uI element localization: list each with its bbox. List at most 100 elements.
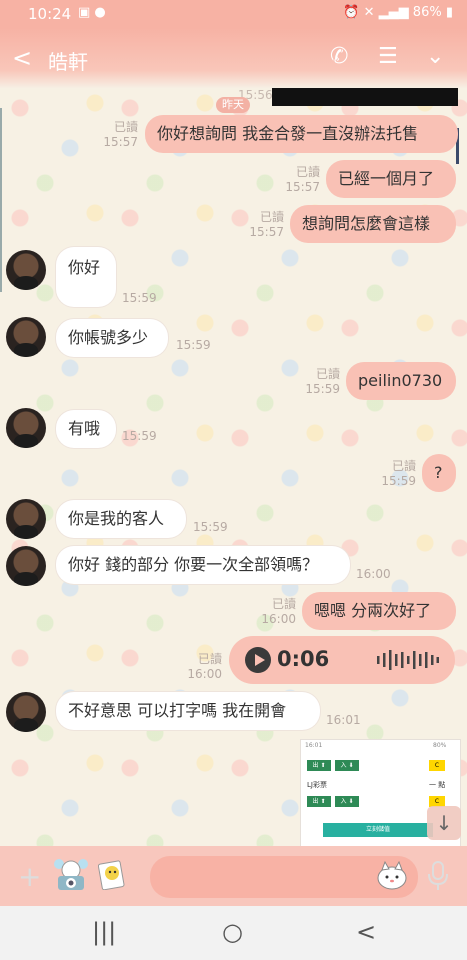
message-time: 15:57 (249, 225, 284, 239)
incoming-message[interactable]: 不好意思 可以打字嗎 我在開會 (56, 692, 320, 730)
recent-apps-button[interactable]: ||| (92, 918, 116, 946)
thumb-in-button: 入 ⬇ (335, 760, 359, 771)
phone-icon[interactable]: ✆ (330, 44, 348, 69)
message-meta: 已讀 15:57 (98, 120, 138, 150)
message-time: 15:59 (122, 291, 157, 305)
message-meta: 已讀 15:59 (376, 459, 416, 489)
status-right: ⏰ ✕ ▂▄▆ 86% ▮ (343, 5, 453, 20)
read-receipt: 已讀 (315, 367, 340, 381)
mute-icon: ✕ (363, 5, 375, 20)
input-bar: + (0, 846, 467, 906)
avatar[interactable] (6, 317, 46, 357)
voice-message[interactable]: 0:06 (229, 636, 455, 684)
incoming-message[interactable]: 你好 錢的部分 你要一次全部領嗎？ (56, 546, 350, 584)
thumb-out-button-2: 出 ⬆ (307, 796, 331, 807)
chat-header: < 皓軒 ✆ ☰ ⌄ (0, 28, 467, 88)
message-text: 嗯嗯 分兩次好了 (314, 601, 432, 620)
message-time: 16:00 (356, 567, 391, 581)
read-receipt: 已讀 (295, 165, 320, 179)
message-meta: 已讀 15:57 (280, 165, 320, 195)
thumb-status-time: 16:01 (305, 742, 323, 749)
notes-icon[interactable]: ☰ (378, 44, 398, 69)
message-meta: 已讀 16:00 (256, 597, 296, 627)
alarm-icon: ⏰ (343, 5, 360, 20)
emoji-icon[interactable] (376, 860, 408, 890)
read-receipt: 已讀 (391, 459, 416, 473)
incoming-message[interactable]: 有哦 (56, 410, 116, 448)
message-text: 你好想詢問 我金合發一直沒辦法托售 (157, 124, 419, 143)
message-time: 15:59 (305, 382, 340, 396)
message-time: 15:59 (193, 520, 228, 534)
camera-icon[interactable] (52, 858, 90, 892)
outgoing-message[interactable]: 想詢問怎麼會這樣 (290, 205, 456, 243)
thumb-yellow-icon: C (429, 760, 445, 771)
date-separator: 昨天 (216, 97, 250, 113)
message-text: 你好 錢的部分 你要一次全部領嗎？ (68, 555, 319, 574)
microphone-icon[interactable] (426, 860, 450, 892)
message-text: 不好意思 可以打字嗎 我在開會 (68, 701, 287, 720)
avatar[interactable] (6, 692, 46, 732)
battery-icon: ▮ (445, 5, 453, 20)
incoming-message[interactable]: 你是我的客人 (56, 500, 186, 538)
avatar[interactable] (6, 250, 46, 290)
outgoing-message[interactable]: ? (422, 454, 456, 492)
chat-title: 皓軒 (48, 50, 88, 74)
message-time: 16:00 (187, 667, 222, 681)
signal-icon: ▂▄▆ (378, 5, 409, 20)
avatar[interactable] (6, 408, 46, 448)
system-nav-bar: ||| ○ < (0, 906, 467, 960)
message-time: 15:59 (122, 429, 157, 443)
outgoing-message[interactable]: peilin0730 (346, 362, 456, 400)
redaction-bar (272, 88, 458, 106)
play-icon[interactable] (245, 647, 271, 673)
message-text: 你帳號多少 (68, 328, 149, 347)
read-receipt: 已讀 (259, 210, 284, 224)
message-meta: 已讀 15:57 (244, 210, 284, 240)
chevron-down-icon[interactable]: ⌄ (426, 44, 444, 69)
waveform-icon (377, 650, 439, 670)
avatar[interactable] (6, 499, 46, 539)
message-meta: 已讀 15:59 (300, 367, 340, 397)
thumb-status-battery: 80% (433, 742, 447, 749)
outgoing-message[interactable]: 你好想詢問 我金合發一直沒辦法托售 (145, 115, 458, 153)
message-meta: 已讀 16:00 (182, 652, 222, 682)
battery-percent: 86% (412, 5, 442, 20)
message-text: 已經一個月了 (338, 169, 435, 188)
message-time: 15:57 (103, 135, 138, 149)
scroll-down-button[interactable]: ↓ (427, 806, 461, 840)
read-receipt: 已讀 (271, 597, 296, 611)
thumb-cta: 立刻儲值 (323, 823, 433, 837)
avatar[interactable] (6, 546, 46, 586)
message-time: 15:59 (176, 338, 211, 352)
outgoing-message[interactable]: 嗯嗯 分兩次好了 (302, 592, 456, 630)
thumb-in-button-2: 入 ⬇ (335, 796, 359, 807)
thumb-out-button: 出 ⬆ (307, 760, 331, 771)
plus-icon[interactable]: + (18, 860, 41, 893)
read-receipt: 已讀 (113, 120, 138, 134)
message-time: 15:59 (381, 474, 416, 488)
notification-icons: ▣ ● (78, 5, 106, 20)
message-text: 你好 (68, 258, 101, 277)
thumb-lj-label: LJ彩票 (307, 781, 327, 789)
sticker-icon[interactable] (98, 858, 128, 890)
message-text: ? (434, 463, 443, 482)
status-time: 10:24 (28, 5, 72, 23)
incoming-message[interactable]: 你好 (56, 247, 116, 307)
back-button[interactable]: < (12, 44, 32, 72)
home-button[interactable]: ○ (222, 918, 243, 946)
message-time: 16:00 (261, 612, 296, 626)
incoming-message[interactable]: 你帳號多少 (56, 319, 168, 357)
left-edge-line (0, 108, 2, 292)
status-bar: 10:24 ▣ ● ⏰ ✕ ▂▄▆ 86% ▮ (0, 0, 467, 28)
message-time: 15:57 (285, 180, 320, 194)
message-text: 有哦 (68, 419, 101, 438)
read-receipt: 已讀 (197, 652, 222, 666)
message-text: peilin0730 (358, 371, 443, 390)
message-text: 你是我的客人 (68, 509, 165, 528)
voice-duration: 0:06 (277, 647, 330, 671)
nav-back-button[interactable]: < (356, 918, 376, 946)
outgoing-message[interactable]: 已經一個月了 (326, 160, 456, 198)
message-text: 想詢問怎麼會這樣 (302, 214, 431, 233)
message-time: 16:01 (326, 713, 361, 727)
thumb-dots-label: 一 點 (429, 781, 446, 789)
